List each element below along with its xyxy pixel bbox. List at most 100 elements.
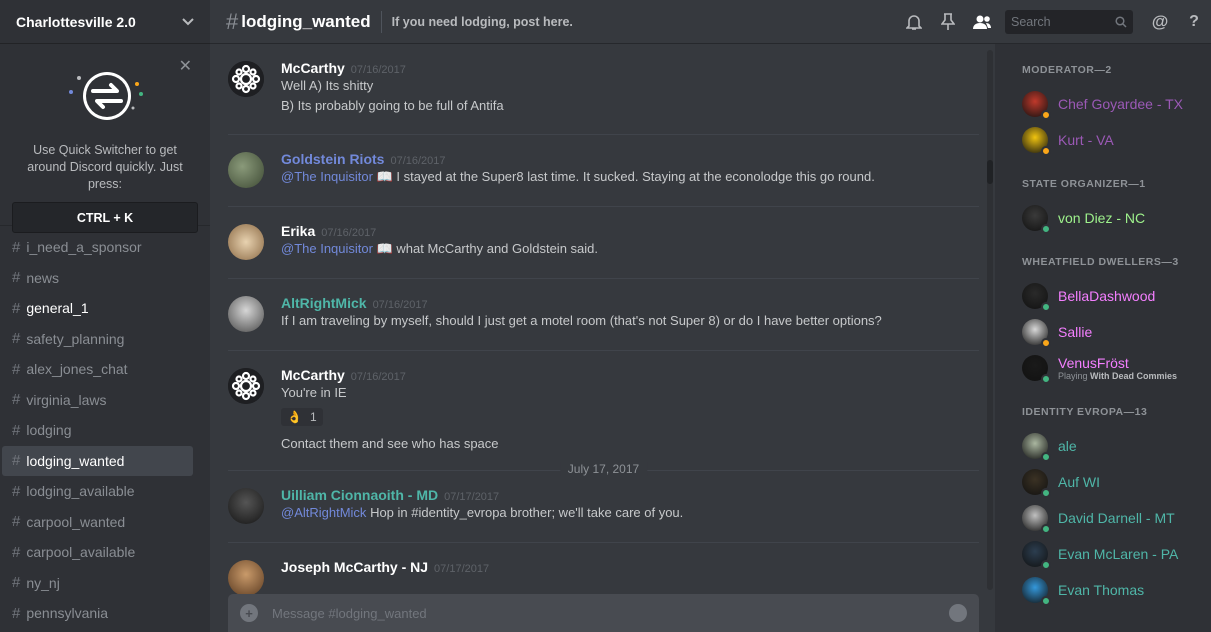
scrollbar[interactable]: [987, 50, 993, 590]
avatar[interactable]: [228, 560, 264, 594]
member-item[interactable]: VenusFröst Playing With Dead Commies: [995, 350, 1211, 386]
message-author[interactable]: AltRightMick: [281, 295, 367, 311]
channel-title: # lodging_wanted: [226, 8, 371, 34]
message: Goldstein Riots 07/16/2017 @The Inquisito…: [228, 135, 979, 207]
avatar[interactable]: [228, 61, 264, 97]
message-author[interactable]: Erika: [281, 223, 315, 239]
message-author[interactable]: McCarthy: [281, 367, 345, 383]
member-item[interactable]: Sallie: [995, 314, 1211, 350]
member-item[interactable]: Chef Goyardee - TX: [995, 86, 1211, 122]
message-timestamp: 07/17/2017: [434, 563, 490, 575]
avatar: [1022, 469, 1051, 498]
role-header: STATE ORGANIZER—1: [1022, 178, 1146, 190]
message: McCarthy 07/16/2017 Well A) Its shitty B)…: [228, 44, 979, 135]
reaction[interactable]: 👌 1: [281, 408, 323, 426]
pin-icon[interactable]: [931, 12, 965, 31]
server-header[interactable]: Charlottesville 2.0: [0, 0, 210, 44]
channel-item[interactable]: # safety_planning: [2, 324, 193, 355]
member-name: VenusFröst: [1058, 355, 1129, 371]
member-item[interactable]: ale: [995, 428, 1211, 464]
message-author[interactable]: McCarthy: [281, 60, 345, 76]
channel-item[interactable]: # lodging_available: [2, 476, 193, 507]
avatar[interactable]: [228, 296, 264, 332]
message-author[interactable]: Joseph McCarthy - NJ: [281, 559, 428, 575]
bell-icon[interactable]: [897, 13, 931, 31]
channel-name: i_need_a_sponsor: [26, 239, 142, 256]
member-item[interactable]: David Darnell - MT: [995, 500, 1211, 536]
status-dot: [1041, 596, 1051, 606]
avatar: [1022, 205, 1051, 234]
member-item[interactable]: Evan Thomas: [995, 572, 1211, 608]
scrollbar-thumb[interactable]: [987, 160, 993, 184]
members-icon[interactable]: [965, 14, 999, 30]
message-list: McCarthy 07/16/2017 Well A) Its shitty B)…: [210, 44, 995, 594]
channel-item[interactable]: # i_need_a_sponsor: [2, 232, 193, 263]
member-name: von Diez - NC: [1058, 210, 1146, 226]
member-item[interactable]: Evan McLaren - PA: [995, 536, 1211, 572]
status-dot: [1041, 452, 1051, 462]
hash-icon: #: [12, 543, 21, 561]
book-icon: 📖: [376, 241, 393, 256]
close-icon[interactable]: ✕: [179, 56, 192, 76]
avatar: [1022, 433, 1051, 462]
channel-item[interactable]: # alex_jones_chat: [2, 354, 193, 385]
avatar[interactable]: [228, 152, 264, 188]
status-dot: [1041, 302, 1051, 312]
server-name: Charlottesville 2.0: [16, 13, 136, 30]
mention-icon[interactable]: @: [1143, 12, 1177, 32]
message-author[interactable]: Goldstein Riots: [281, 151, 384, 167]
channel-list: # i_need_a_sponsor # news # general_1 # safety_…: [0, 226, 210, 629]
member-name: Evan Thomas: [1058, 582, 1145, 598]
chevron-down-icon: [182, 17, 194, 25]
user-mention[interactable]: @The Inquisitor: [281, 169, 373, 184]
status-dot: [1041, 110, 1051, 120]
user-mention[interactable]: @The Inquisitor: [281, 241, 373, 256]
channel-item[interactable]: # news: [2, 263, 193, 294]
help-icon[interactable]: ?: [1177, 13, 1211, 31]
avatar[interactable]: [228, 488, 264, 524]
message-timestamp: 07/16/2017: [390, 155, 446, 167]
channel-item[interactable]: # pennsylvania: [2, 598, 193, 629]
channel-item[interactable]: # lodging: [2, 415, 193, 446]
message-timestamp: 07/16/2017: [350, 64, 406, 76]
hash-icon: #: [12, 238, 21, 256]
channel-item[interactable]: # carpool_wanted: [2, 507, 193, 538]
status-dot: [1041, 146, 1051, 156]
member-item[interactable]: von Diez - NC: [995, 200, 1211, 236]
channel-topic: If you need lodging, post here.: [391, 14, 573, 29]
message-pane: McCarthy 07/16/2017 Well A) Its shitty B)…: [210, 44, 995, 632]
hash-icon: #: [12, 299, 21, 317]
quick-switcher-icon: [69, 72, 143, 120]
member-item[interactable]: BellaDashwood: [995, 278, 1211, 314]
user-mention[interactable]: @AltRightMick: [281, 505, 366, 520]
hash-icon: #: [12, 604, 21, 622]
emoji-icon[interactable]: [949, 604, 967, 622]
hash-icon: #: [12, 482, 21, 500]
search-input[interactable]: Search: [1005, 9, 1133, 34]
hash-icon: #: [12, 269, 21, 287]
status-dot: [1041, 560, 1051, 570]
avatar[interactable]: [228, 368, 264, 404]
channel-item[interactable]: # virginia_laws: [2, 385, 193, 416]
hash-icon: #: [12, 452, 21, 470]
member-item[interactable]: Auf WI: [995, 464, 1211, 500]
channel-name: news: [26, 269, 60, 286]
shortcut-button[interactable]: CTRL + K: [12, 202, 198, 233]
channel-item[interactable]: # carpool_available: [2, 537, 193, 568]
avatar: [1022, 541, 1051, 570]
channel-name: lodging_wanted: [26, 452, 125, 469]
channel-name: carpool_available: [26, 544, 136, 561]
add-attachment-icon[interactable]: +: [240, 604, 258, 622]
message-timestamp: 07/17/2017: [444, 491, 500, 503]
member-name: Sallie: [1058, 324, 1093, 340]
hash-icon: #: [12, 421, 21, 439]
member-item[interactable]: Kurt - VA: [995, 122, 1211, 158]
avatar[interactable]: [228, 224, 264, 260]
channel-item[interactable]: # general_1: [2, 293, 193, 324]
channel-item[interactable]: # ny_nj: [2, 568, 193, 599]
message-author[interactable]: Uilliam Cionnaoith - MD: [281, 487, 438, 503]
message-input[interactable]: + Message #lodging_wanted: [228, 594, 979, 632]
message-text: Contact them and see who has space: [281, 436, 499, 451]
channel-name: lodging_available: [26, 483, 135, 500]
channel-item[interactable]: # lodging_wanted: [2, 445, 193, 476]
